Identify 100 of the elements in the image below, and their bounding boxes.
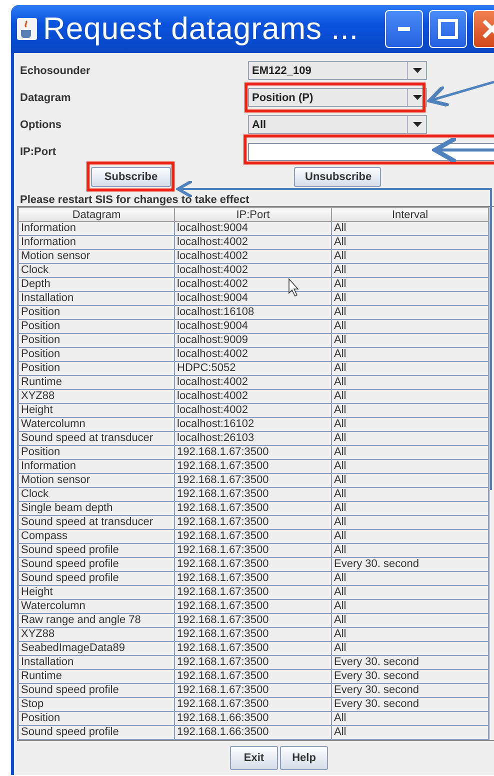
footer-button[interactable]: Exit	[230, 746, 278, 770]
table-cell: Installation	[18, 292, 174, 306]
table-cell: localhost:4002	[174, 250, 332, 264]
table-cell: Single beam depth	[18, 502, 174, 516]
maximize-icon	[438, 19, 458, 39]
maximize-button[interactable]	[429, 10, 467, 48]
table-cell: Motion sensor	[18, 474, 174, 488]
column-header[interactable]: IP:Port	[174, 208, 332, 222]
minimize-button[interactable]	[385, 10, 423, 48]
table-cell: All	[332, 376, 488, 390]
table-cell: Every 30. second	[332, 558, 488, 572]
table-cell: Height	[18, 404, 174, 418]
field-label: IP:Port	[19, 146, 58, 158]
table-cell: Every 30. second	[332, 670, 488, 684]
table-cell: localhost:4002	[174, 264, 332, 278]
table-cell: 192.168.1.67:3500	[174, 572, 332, 586]
table-cell: All	[332, 446, 488, 460]
table-cell: Sound speed profile	[18, 572, 174, 586]
table-cell: Height	[18, 586, 174, 600]
table-cell: HDPC:5052	[174, 362, 332, 376]
table-cell: All	[332, 390, 488, 404]
table-cell: All	[332, 460, 488, 474]
table-cell: 192.168.1.67:3500	[174, 586, 332, 600]
table-cell: All	[332, 320, 488, 334]
dropdown[interactable]: All	[248, 115, 427, 134]
table-cell: localhost:4002	[174, 376, 332, 390]
table-cell: Runtime	[18, 670, 174, 684]
table-cell: All	[332, 264, 488, 278]
table-cell: All	[332, 572, 488, 586]
table-cell: localhost:4002	[174, 236, 332, 250]
table-cell: All	[332, 530, 488, 544]
table-cell: Information	[18, 236, 174, 250]
table-cell: Every 30. second	[332, 656, 488, 670]
table-cell: 192.168.1.67:3500	[174, 474, 332, 488]
table-cell: Sound speed profile	[18, 684, 174, 698]
table-cell: All	[332, 348, 488, 362]
unsubscribe-button[interactable]: Unsubscribe	[294, 167, 381, 187]
table-cell: 192.168.1.67:3500	[174, 684, 332, 698]
table-cell: 192.168.1.67:3500	[174, 628, 332, 642]
table-cell: Every 30. second	[332, 684, 488, 698]
table-cell: All	[332, 726, 488, 740]
table-cell: SeabedImageData89	[18, 642, 174, 656]
window-title: Request datagrams ...	[43, 11, 360, 47]
table-cell: All	[332, 278, 488, 292]
table-cell: Stop	[18, 698, 174, 712]
table-cell: All	[332, 404, 488, 418]
table-cell: 192.168.1.66:3500	[174, 712, 332, 726]
field-label: Echosounder	[19, 64, 92, 76]
table-cell: localhost:16108	[174, 306, 332, 320]
dropdown[interactable]: EM122_109	[248, 61, 427, 80]
column-header[interactable]: Interval	[332, 208, 488, 222]
table-cell: localhost:9009	[174, 334, 332, 348]
table-cell: Information	[18, 460, 174, 474]
table-cell: All	[332, 628, 488, 642]
table-cell: 192.168.1.67:3500	[174, 600, 332, 614]
table-cell: Sound speed at transducer	[18, 432, 174, 446]
table-cell: All	[332, 600, 488, 614]
table-cell: All	[332, 516, 488, 530]
table-cell: Motion sensor	[18, 250, 174, 264]
table-cell: localhost:4002	[174, 404, 332, 418]
column-header[interactable]: Datagram	[18, 208, 174, 222]
cursor-icon	[288, 278, 299, 297]
table-cell: All	[332, 712, 488, 726]
table-cell: localhost:9004	[174, 320, 332, 334]
notice-text: Please restart SIS for changes to take effect	[19, 193, 250, 206]
table-cell: 192.168.1.67:3500	[174, 642, 332, 656]
table-cell: All	[332, 474, 488, 488]
table-cell: Sound speed profile	[18, 726, 174, 740]
table-cell: Sound speed at transducer	[18, 516, 174, 530]
table-cell: All	[332, 250, 488, 264]
table-cell: localhost:16102	[174, 418, 332, 432]
table-cell: All	[332, 292, 488, 306]
subscribe-button[interactable]: Subscribe	[91, 167, 171, 187]
table-cell: All	[332, 306, 488, 320]
footer-button[interactable]: Help	[280, 746, 328, 770]
table-cell: Position	[18, 362, 174, 376]
table-cell: All	[332, 418, 488, 432]
table-cell: Position	[18, 348, 174, 362]
dropdown[interactable]: Position (P)	[248, 88, 427, 107]
table-cell: 192.168.1.67:3500	[174, 698, 332, 712]
table-cell: 192.168.1.67:3500	[174, 558, 332, 572]
table-cell: 192.168.1.67:3500	[174, 670, 332, 684]
table-cell: 192.168.1.67:3500	[174, 544, 332, 558]
ip-port-input[interactable]	[248, 142, 494, 160]
table-cell: Installation	[18, 656, 174, 670]
table-cell: localhost:26103	[174, 432, 332, 446]
table-cell: Information	[18, 222, 174, 236]
table-cell: Every 30. second	[332, 698, 488, 712]
table-cell: Sound speed profile	[18, 558, 174, 572]
table-cell: 192.168.1.67:3500	[174, 656, 332, 670]
table-cell: 192.168.1.66:3500	[174, 726, 332, 740]
table-cell: Watercolumn	[18, 418, 174, 432]
table-cell: All	[332, 488, 488, 502]
coffee-cup-icon	[17, 18, 37, 40]
table-cell: Position	[18, 446, 174, 460]
table-cell: XYZ88	[18, 390, 174, 404]
table-cell: All	[332, 432, 488, 446]
dropdown-arrow-icon	[412, 122, 422, 127]
dropdown-arrow-icon	[412, 95, 422, 100]
annotation-arrow	[428, 80, 494, 108]
